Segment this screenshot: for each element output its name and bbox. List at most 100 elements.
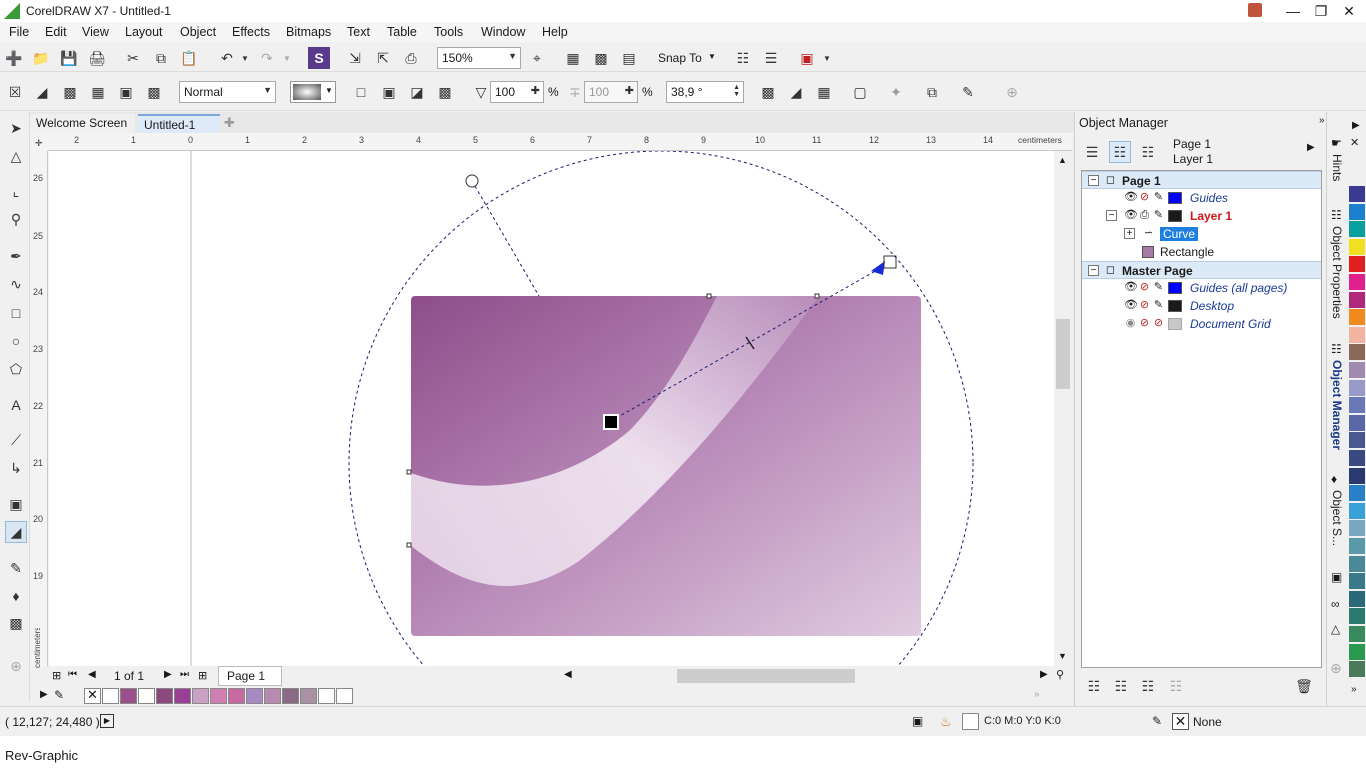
color-swatch[interactable] bbox=[1349, 326, 1365, 343]
paste-icon[interactable]: 📋 bbox=[178, 47, 200, 69]
palette-swatch[interactable] bbox=[210, 688, 227, 704]
palette-scroll-icon[interactable]: » bbox=[1034, 689, 1040, 700]
freeze-transparency-icon[interactable]: ▢ bbox=[849, 81, 871, 103]
show-grid-icon[interactable]: ▩ bbox=[590, 47, 612, 69]
vertical-ruler[interactable]: 26 25 24 23 22 21 20 19 centimeters bbox=[30, 151, 48, 668]
add-tool-icon[interactable]: ⊕ bbox=[5, 655, 27, 677]
color-swatch[interactable] bbox=[1349, 432, 1365, 449]
color-swatch[interactable] bbox=[1349, 590, 1365, 607]
launch-dropdown-icon[interactable]: ▼ bbox=[816, 47, 838, 69]
redo-dropdown-icon[interactable]: ▼ bbox=[276, 47, 298, 69]
edit-across-layers-icon[interactable]: ☷ bbox=[1109, 141, 1131, 163]
palette-swatch[interactable] bbox=[156, 688, 173, 704]
color-swatch[interactable] bbox=[1349, 538, 1365, 554]
horizontal-ruler[interactable]: 2 1 0 1 2 3 4 5 6 7 8 9 10 11 12 13 14 c… bbox=[48, 133, 1072, 151]
add-icon[interactable]: ⊕ bbox=[1001, 81, 1023, 103]
node[interactable] bbox=[706, 293, 712, 299]
play-icon[interactable]: ▶ bbox=[100, 714, 114, 728]
tab-object-styles[interactable]: Object S... bbox=[1330, 490, 1344, 546]
open-folder-icon[interactable]: 📁 bbox=[30, 47, 52, 69]
palette-swatch[interactable] bbox=[192, 688, 209, 704]
docker-expand-icon[interactable]: » bbox=[1319, 115, 1325, 126]
color-eyedropper-icon[interactable]: ✎ bbox=[5, 557, 27, 579]
copy-transparency-icon[interactable]: ⧉ bbox=[921, 81, 943, 103]
drop-shadow-icon[interactable]: ▣ bbox=[5, 493, 27, 515]
freehand-tool-icon[interactable]: ✒ bbox=[5, 245, 27, 267]
palette-swatch[interactable] bbox=[102, 688, 119, 704]
visibility-eye-icon[interactable]: 👁 bbox=[1124, 299, 1138, 312]
opacity-field[interactable]: 100 ✚ bbox=[490, 81, 544, 103]
menu-edit[interactable]: Edit bbox=[45, 25, 67, 39]
rectangle-tool-icon[interactable]: □ bbox=[5, 302, 27, 324]
scroll-down-icon[interactable]: ▼ bbox=[1058, 651, 1067, 661]
palette-swatch[interactable] bbox=[318, 688, 335, 704]
pick-tool-icon[interactable]: ➤ bbox=[5, 117, 27, 139]
show-object-properties-icon[interactable]: ☰ bbox=[1081, 141, 1103, 163]
smart-fill-icon[interactable]: ▩ bbox=[5, 612, 27, 634]
color-swatch[interactable] bbox=[1349, 450, 1365, 466]
color-swatch[interactable] bbox=[1349, 186, 1365, 202]
palette-swatch[interactable] bbox=[138, 688, 155, 704]
palette-swatch[interactable] bbox=[228, 688, 245, 704]
layer-manager-view-icon[interactable]: ☷ bbox=[1137, 141, 1159, 163]
save-icon[interactable]: 💾 bbox=[58, 47, 80, 69]
color-swatch[interactable] bbox=[1349, 485, 1365, 502]
collapse-icon[interactable]: − bbox=[1088, 175, 1099, 186]
start-handle[interactable] bbox=[603, 414, 619, 430]
options-icon[interactable]: ☷ bbox=[732, 47, 754, 69]
color-swatch[interactable] bbox=[1349, 309, 1365, 326]
edit-pencil-icon[interactable]: ✎ bbox=[1152, 191, 1165, 204]
outline-pen-icon[interactable]: ✎ bbox=[1152, 714, 1162, 728]
tree-row-guides-all-pages[interactable]: 👁 ⊘ ✎ Guides (all pages) bbox=[1082, 279, 1321, 297]
collapse-icon[interactable]: − bbox=[1088, 265, 1099, 276]
tree-row-guides[interactable]: 👁 ⊘ ✎ Guides bbox=[1082, 189, 1321, 207]
color-swatch[interactable] bbox=[1349, 397, 1365, 414]
visibility-eye-icon[interactable]: 👁 bbox=[1124, 191, 1138, 204]
snap-to-label[interactable]: Snap To bbox=[658, 51, 702, 65]
redo-icon[interactable]: ↷ bbox=[256, 47, 278, 69]
tab-welcome-screen[interactable]: Welcome Screen bbox=[30, 114, 135, 133]
transparency-tool-icon[interactable]: ◢ bbox=[5, 521, 27, 543]
color-swatch[interactable] bbox=[1349, 203, 1365, 220]
polygon-tool-icon[interactable]: ⬠ bbox=[5, 358, 27, 380]
menu-tools[interactable]: Tools bbox=[434, 25, 463, 39]
full-screen-icon[interactable]: ▦ bbox=[562, 47, 584, 69]
shape-tool-icon[interactable]: △ bbox=[5, 145, 27, 167]
palette-swatch[interactable] bbox=[336, 688, 353, 704]
angle-handle[interactable] bbox=[465, 174, 479, 188]
conical-transparency-icon[interactable]: ◪ bbox=[406, 81, 428, 103]
node[interactable] bbox=[406, 469, 412, 475]
color-swatch[interactable] bbox=[1349, 344, 1365, 361]
color-swatch[interactable] bbox=[1349, 256, 1365, 273]
color-swatch[interactable] bbox=[1349, 608, 1365, 625]
zoom-tool-icon[interactable]: ⚲ bbox=[5, 208, 27, 230]
layer-color-swatch[interactable] bbox=[1168, 192, 1182, 204]
blend-mode-combo[interactable]: Normal ▼ bbox=[179, 81, 276, 103]
color-swatch[interactable] bbox=[1349, 502, 1365, 519]
tree-row-curve[interactable]: + ∽ Curve bbox=[1082, 225, 1321, 243]
scroll-right-icon[interactable]: ▶ bbox=[1040, 669, 1048, 680]
visibility-eye-icon[interactable]: 👁 bbox=[1124, 281, 1138, 294]
uniform-transparency-icon[interactable]: ◢ bbox=[31, 81, 53, 103]
ruler-origin[interactable]: ✛ bbox=[30, 133, 48, 151]
edit-disabled-icon[interactable]: ⊘ bbox=[1152, 317, 1165, 330]
tab-object-manager[interactable]: Object Manager bbox=[1330, 360, 1344, 450]
color-swatch[interactable] bbox=[1349, 555, 1365, 572]
zoom-fit-icon[interactable]: ⌖ bbox=[526, 47, 548, 69]
zoom-navigator-icon[interactable]: ⚲ bbox=[1056, 668, 1064, 681]
color-swatch[interactable] bbox=[1349, 362, 1365, 378]
ellipse-tool-icon[interactable]: ○ bbox=[5, 330, 27, 352]
color-swatch[interactable] bbox=[1349, 379, 1365, 396]
menu-text[interactable]: Text bbox=[347, 25, 370, 39]
flip-transparency-icon[interactable]: ◢ bbox=[785, 81, 807, 103]
palette-swatch[interactable] bbox=[282, 688, 299, 704]
layer-color-swatch[interactable] bbox=[1168, 282, 1182, 294]
palette-swatch[interactable] bbox=[120, 688, 137, 704]
layer-color-swatch[interactable] bbox=[1168, 300, 1182, 312]
scroll-left-icon[interactable]: ◀ bbox=[564, 669, 572, 680]
rectangular-transparency-icon[interactable]: ▩ bbox=[434, 81, 456, 103]
search-content-icon[interactable]: S bbox=[308, 47, 330, 69]
fountain-transparency-icon[interactable]: ▩ bbox=[59, 81, 81, 103]
menu-object[interactable]: Object bbox=[180, 25, 216, 39]
user-avatar-icon[interactable] bbox=[1248, 3, 1262, 17]
